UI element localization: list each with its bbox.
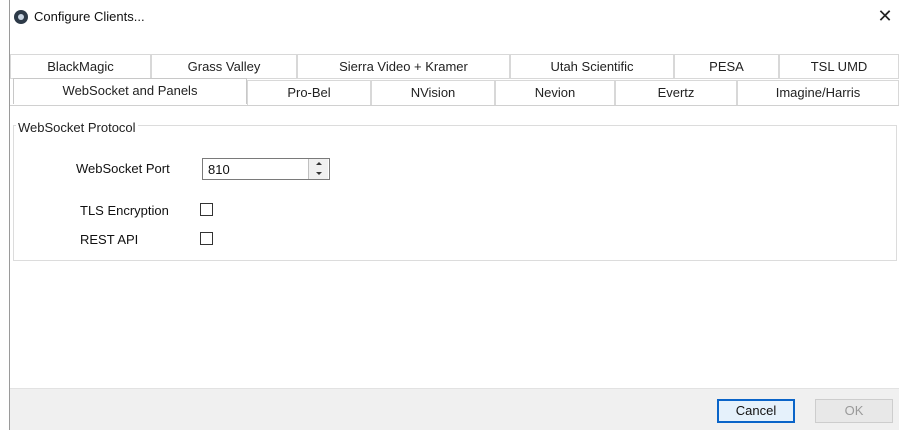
- tab-imagine-harris[interactable]: Imagine/Harris: [737, 80, 899, 105]
- app-logo-icon: [14, 10, 28, 24]
- cancel-button[interactable]: Cancel: [717, 399, 795, 423]
- websocket-protocol-groupbox: [13, 125, 897, 261]
- spin-down-arrow-icon[interactable]: [309, 169, 328, 179]
- tab-sierra-video-kramer[interactable]: Sierra Video + Kramer: [297, 54, 510, 79]
- ok-button[interactable]: OK: [815, 399, 893, 423]
- window-title: Configure Clients...: [34, 9, 145, 24]
- tls-encryption-checkbox[interactable]: [200, 203, 213, 216]
- groupbox-title: WebSocket Protocol: [16, 120, 138, 135]
- rest-api-label: REST API: [80, 232, 139, 247]
- tls-encryption-label: TLS Encryption: [80, 203, 169, 218]
- spin-buttons: [308, 159, 329, 179]
- websocket-port-value[interactable]: 810: [208, 162, 230, 177]
- tab-grass-valley[interactable]: Grass Valley: [151, 54, 297, 79]
- dialog-button-bar: Cancel OK: [10, 388, 899, 430]
- tab-pro-bel[interactable]: Pro-Bel: [247, 80, 371, 105]
- tab-utah-scientific[interactable]: Utah Scientific: [510, 54, 674, 79]
- websocket-tab-panel: WebSocket Protocol WebSocket Port 810 TL…: [10, 106, 899, 388]
- tab-pesa[interactable]: PESA: [674, 54, 779, 79]
- tab-evertz[interactable]: Evertz: [615, 80, 737, 105]
- title-bar: Configure Clients... ✕: [10, 0, 899, 32]
- tab-blackmagic[interactable]: BlackMagic: [10, 54, 151, 79]
- tab-nvision[interactable]: NVision: [371, 80, 495, 105]
- websocket-port-spinbox[interactable]: 810: [202, 158, 330, 180]
- websocket-port-label: WebSocket Port: [76, 161, 170, 176]
- tab-tsl-umd[interactable]: TSL UMD: [779, 54, 899, 79]
- background-window-edge: [0, 0, 10, 430]
- close-icon[interactable]: ✕: [872, 4, 898, 28]
- rest-api-checkbox[interactable]: [200, 232, 213, 245]
- tab-websocket-and-panels[interactable]: WebSocket and Panels: [13, 78, 247, 104]
- tab-nevion[interactable]: Nevion: [495, 80, 615, 105]
- configure-clients-dialog: Configure Clients... ✕ BlackMagic Grass …: [10, 0, 899, 430]
